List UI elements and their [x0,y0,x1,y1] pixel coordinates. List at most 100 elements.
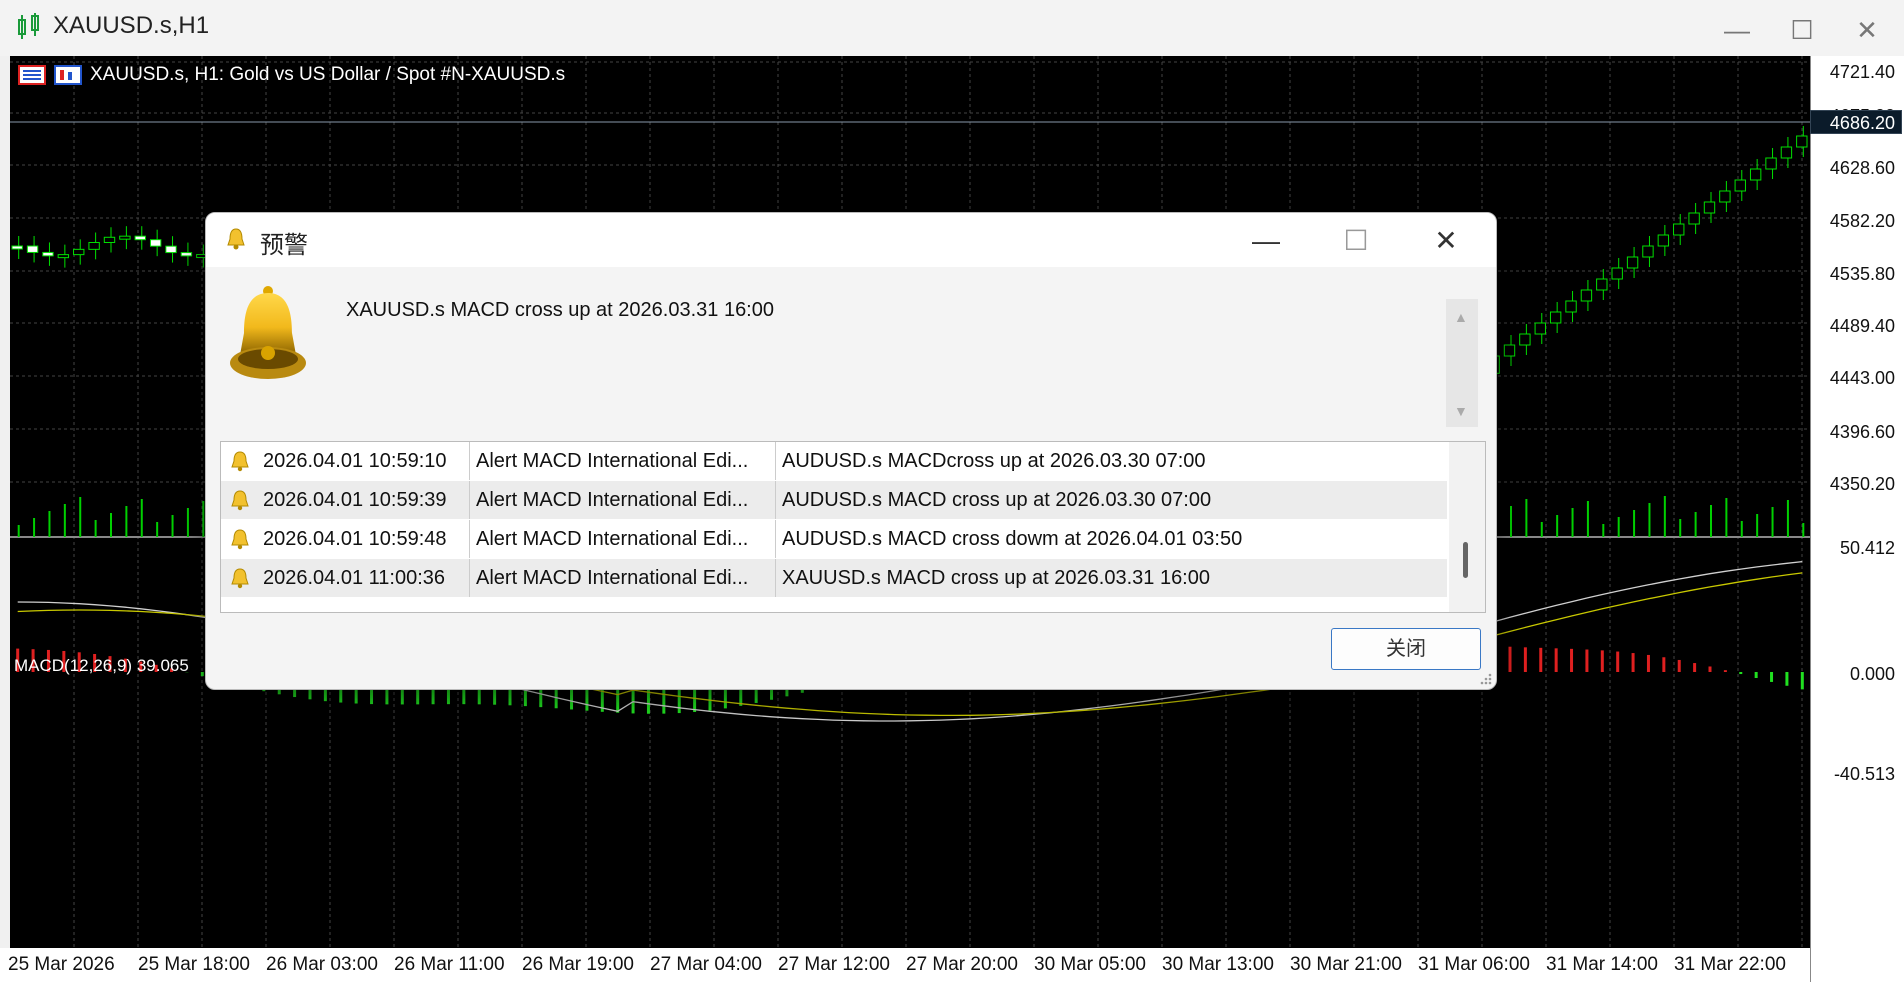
alert-time: 2026.04.01 11:00:36 [263,567,446,589]
candle-body [11,245,23,250]
candle-body [1626,256,1639,269]
macd-axis-label: 0.000 [1849,664,1895,684]
alert-source: Alert MACD International Edi... [469,442,774,480]
price-label: 4350.20 [1829,474,1895,494]
close-button[interactable]: 关闭 [1331,628,1481,670]
price-label: 4396.60 [1829,422,1895,442]
alert-row[interactable]: 2026.04.01 10:59:39 Alert MACD Internatio… [221,481,1447,520]
bell-icon [231,568,249,589]
candle-body [1657,234,1670,247]
candle-body [1611,267,1623,280]
scrollbar-thumb[interactable] [1463,542,1468,578]
resize-grip-icon[interactable] [1478,671,1492,685]
candle-body [1703,201,1716,214]
alert-text: AUDUSD.s MACD cross up at 2026.03.30 07:… [775,481,1454,519]
candlestick-app-icon [18,13,39,39]
time-label: 26 Mar 19:00 [522,954,634,975]
candle-body [1673,223,1685,236]
candle-body [165,245,177,254]
macd-axis-label: 50.412 [1839,538,1895,558]
scroll-down-icon[interactable]: ▼ [1454,403,1468,419]
price-axis[interactable]: 4721.404675.004628.604582.204535.804489.… [1810,56,1904,982]
alert-source: Alert MACD International Edi... [469,520,774,558]
close-icon[interactable]: ✕ [1840,10,1894,50]
dialog-close-icon[interactable]: ✕ [1416,221,1476,261]
alert-time: 2026.04.01 10:59:39 [263,489,447,511]
bell-icon [231,490,249,511]
time-label: 26 Mar 03:00 [266,954,378,975]
macd-indicator-label: MACD(12,26,9) 39.065 [14,656,189,675]
candle-body [103,236,116,243]
chart-header: XAUUSD.s, H1: Gold vs US Dollar / Spot #… [18,64,565,86]
time-label: 31 Mar 06:00 [1418,954,1530,975]
bell-icon [227,228,245,250]
alert-text: AUDUSD.s MACDcross up at 2026.03.30 07:0… [775,442,1454,480]
candle-body [57,254,70,259]
chart-type-icon[interactable] [54,64,82,86]
chart-symbol-title: XAUUSD.s, H1: Gold vs US Dollar / Spot #… [90,64,566,85]
message-scrollbar[interactable]: ▲ ▼ [1446,299,1478,427]
candle-body [1642,245,1654,258]
list-icon[interactable] [18,64,46,86]
candle-body [1565,300,1577,313]
time-label: 25 Mar 2026 [8,954,115,975]
time-label: 26 Mar 11:00 [394,954,505,975]
alert-time: 2026.04.01 10:59:10 [263,450,447,472]
window-titlebar: XAUUSD.s,H1 — ☐ ✕ [0,0,1904,56]
candle-body [1688,212,1700,225]
dialog-minimize-icon[interactable]: — [1236,221,1296,261]
alert-row[interactable]: 2026.04.01 10:59:48 Alert MACD Internatio… [221,520,1447,559]
time-label: 27 Mar 12:00 [778,954,890,975]
time-label: 31 Mar 22:00 [1674,954,1786,975]
dialog-title: 预警 [260,232,308,259]
time-label: 30 Mar 21:00 [1290,954,1402,975]
alert-text: AUDUSD.s MACD cross dowm at 2026.04.01 0… [775,520,1454,558]
candle-body [1796,135,1808,148]
candle-body [1503,344,1516,357]
current-price-tag: 4686.20 [1810,110,1902,134]
candle-body [88,241,100,250]
price-label: 4582.20 [1829,211,1895,231]
candle-body [73,248,85,256]
candle-body [119,235,131,240]
candle-body [1519,333,1531,346]
price-label: 4443.00 [1829,368,1895,388]
price-label: 4489.40 [1829,316,1895,336]
bell-icon [231,529,249,550]
candle-body [1719,190,1731,203]
minimize-icon[interactable]: — [1710,10,1764,50]
price-label: 4721.40 [1829,62,1895,82]
time-label: 25 Mar 18:00 [138,954,250,975]
candle-body [26,245,39,253]
alert-row[interactable]: 2026.04.01 11:00:36 Alert MACD Internatio… [221,559,1447,598]
alert-time: 2026.04.01 10:59:48 [263,528,447,550]
alert-source: Alert MACD International Edi... [469,481,774,519]
alert-history-list[interactable]: 2026.04.01 11:00:36 Alert MACD Internatio… [220,441,1486,613]
macd-axis-label: -40.513 [1833,764,1895,784]
alert-dialog: 预警 — ☐ ✕ XAUUSD.s MACD cross up at 2026.… [205,212,1497,690]
scroll-up-icon[interactable]: ▲ [1454,309,1468,325]
time-label: 27 Mar 04:00 [650,954,762,975]
candle-body [1765,157,1777,170]
dialog-maximize-icon[interactable]: ☐ [1326,221,1386,261]
candle-body [1780,146,1793,159]
candle-body [1749,168,1762,181]
alert-text: XAUUSD.s MACD cross up at 2026.03.31 16:… [775,559,1454,597]
dialog-titlebar[interactable]: 预警 — ☐ ✕ [206,213,1496,267]
price-label: 4535.80 [1829,264,1895,284]
list-scrollbar[interactable] [1449,442,1485,612]
candle-body [1549,311,1562,324]
time-label: 30 Mar 05:00 [1034,954,1146,975]
alert-message: XAUUSD.s MACD cross up at 2026.03.31 16:… [346,299,774,321]
alert-row[interactable]: 2026.04.01 10:59:10 Alert MACD Internatio… [221,442,1447,481]
candle-body [1734,179,1746,192]
bell-icon [231,451,249,472]
candle-body [1534,322,1546,335]
price-label: 4628.60 [1829,158,1895,178]
time-axis[interactable]: 25 Mar 2026 25 Mar 18:00 26 Mar 03:00 26 Ma… [0,948,1810,982]
candle-body [1580,289,1593,302]
candle-body [149,239,162,247]
candle-body [134,235,146,241]
maximize-icon[interactable]: ☐ [1775,10,1829,50]
candle-body [1596,278,1608,291]
